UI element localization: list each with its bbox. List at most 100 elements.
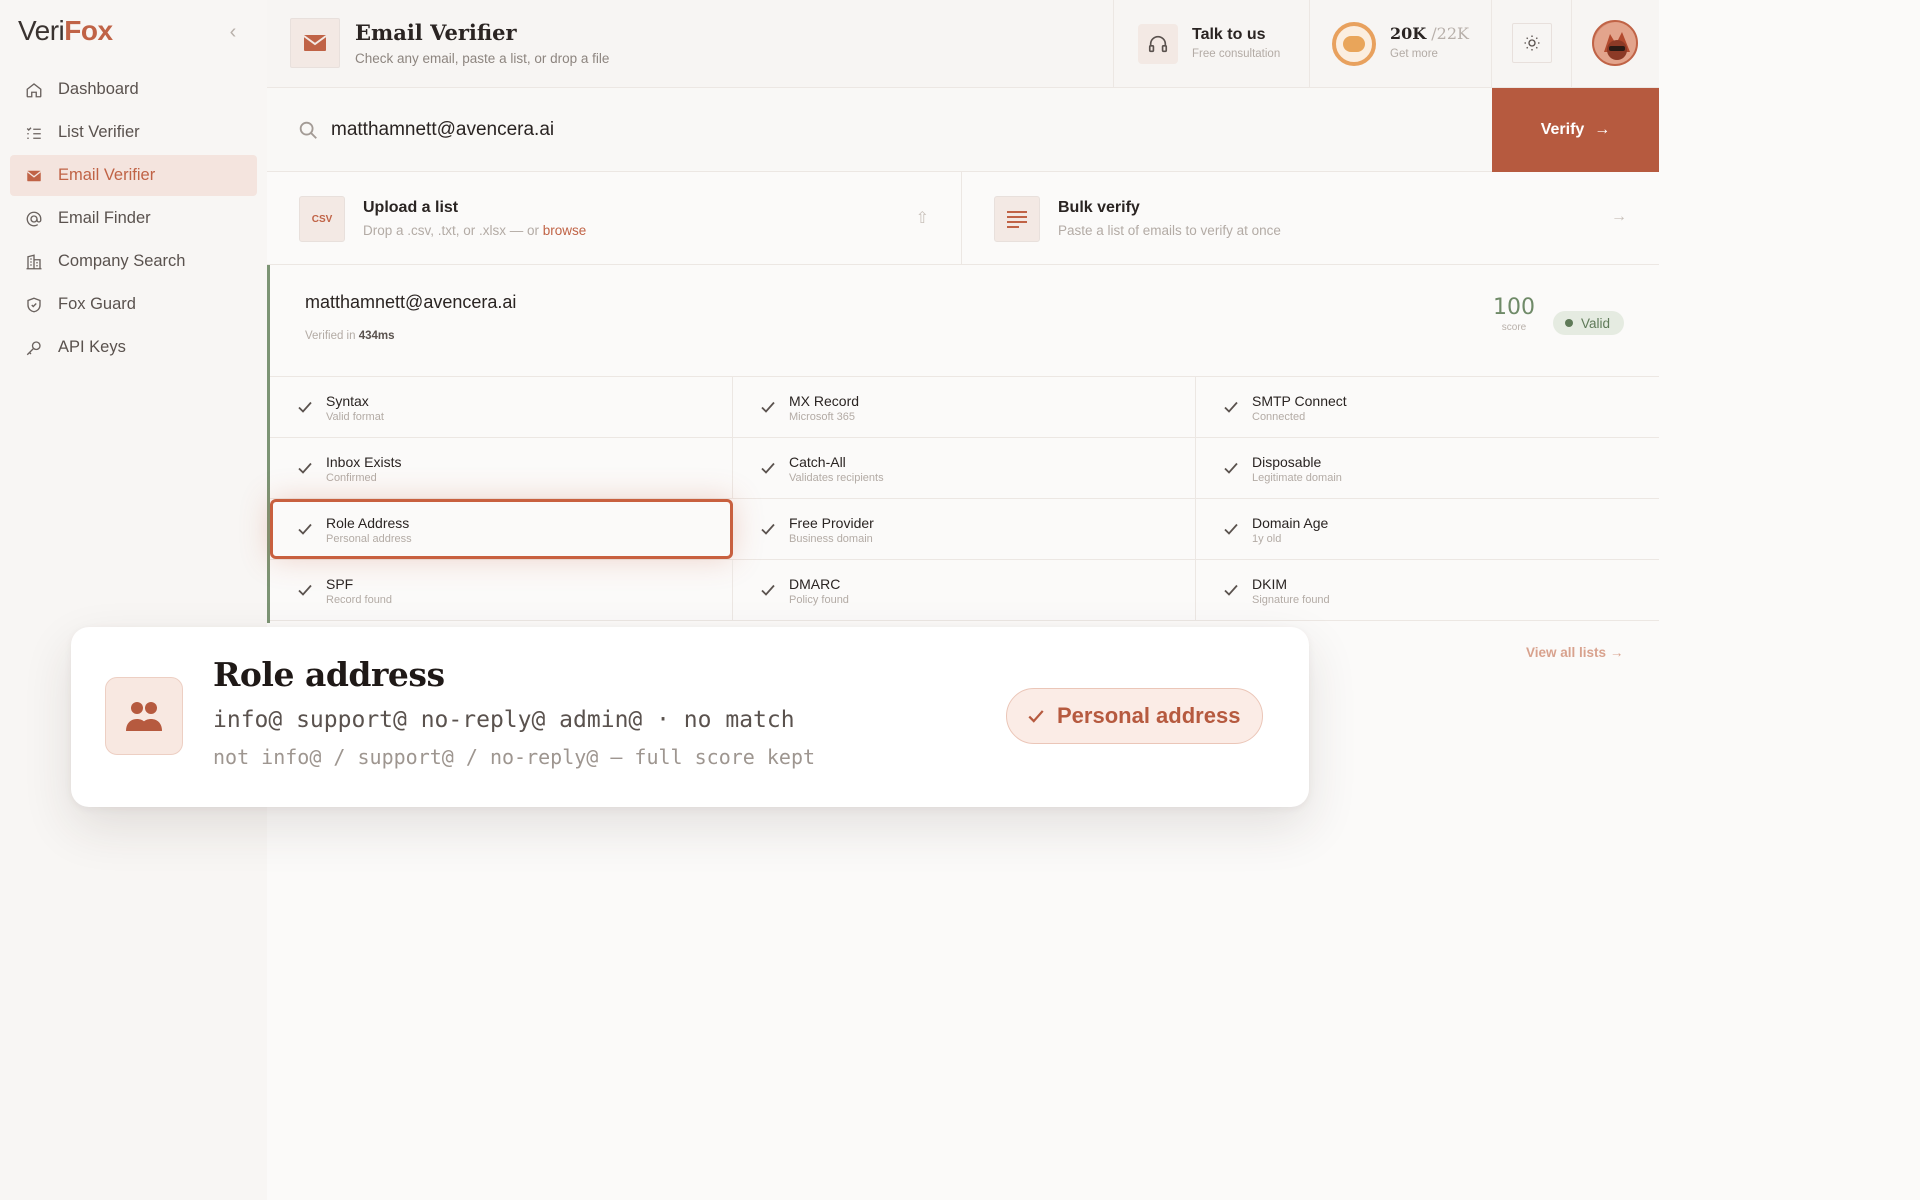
check-icon <box>761 523 775 535</box>
check-domain-age[interactable]: Domain Age 1y old <box>1196 499 1659 559</box>
view-all-lists-link[interactable]: View all lists → <box>1526 645 1623 660</box>
import-options: CSV Upload a list Drop a .csv, .txt, or … <box>267 172 1659 265</box>
credits-button[interactable]: 20K /22K Get more <box>1309 0 1491 88</box>
credits-value: 20K /22K <box>1390 24 1469 43</box>
personal-address-badge: Personal address <box>1006 688 1264 744</box>
check-subtitle: Confirmed <box>326 472 377 484</box>
credits-subtitle: Get more <box>1390 48 1438 60</box>
at-sign-icon <box>24 209 44 229</box>
check-title: Role Address <box>326 515 410 531</box>
shield-icon <box>24 295 44 315</box>
sidebar-item-list-verifier[interactable]: List Verifier <box>10 112 257 153</box>
check-syntax[interactable]: Syntax Valid format <box>270 377 733 437</box>
talk-subtitle: Free consultation <box>1192 48 1281 60</box>
score-label: score <box>1501 322 1527 333</box>
sidebar: VeriFox ‹ Dashboard List Verifier Email … <box>0 0 267 1200</box>
check-subtitle: Validates recipients <box>789 472 884 484</box>
upload-title: Upload a list <box>363 199 459 216</box>
upload-icon: ⇧ <box>915 210 929 227</box>
coin-icon <box>1332 22 1376 66</box>
verification-result: matthamnett@avencera.ai Verified in 434m… <box>267 265 1659 623</box>
check-title: Domain Age <box>1252 515 1329 531</box>
check-subtitle: Connected <box>1252 411 1306 423</box>
credits-used: 20K <box>1390 24 1427 43</box>
sidebar-item-label: Company Search <box>58 252 186 270</box>
check-icon <box>298 584 312 596</box>
check-dmarc[interactable]: DMARC Policy found <box>733 560 1196 620</box>
arrow-right-icon: → <box>1609 645 1624 660</box>
search-bar: Verify → <box>267 88 1659 172</box>
mail-icon <box>290 18 340 68</box>
sidebar-item-email-verifier[interactable]: Email Verifier <box>10 155 257 196</box>
status-badge: Valid <box>1553 311 1625 335</box>
verify-button[interactable]: Verify → <box>1492 88 1659 172</box>
bulk-verify-card[interactable]: Bulk verify Paste a list of emails to ve… <box>962 172 1659 265</box>
sidebar-item-email-finder[interactable]: Email Finder <box>10 198 257 239</box>
check-subtitle: Personal address <box>326 533 412 545</box>
upload-list-card[interactable]: CSV Upload a list Drop a .csv, .txt, or … <box>267 172 962 265</box>
sidebar-item-api-keys[interactable]: API Keys <box>10 327 257 368</box>
score-value: 100 <box>1493 295 1535 320</box>
check-mx-record[interactable]: MX Record Microsoft 365 <box>733 377 1196 437</box>
chevron-left-icon[interactable]: ‹ <box>224 20 242 44</box>
headset-icon <box>1138 24 1178 64</box>
email-input[interactable] <box>331 114 1431 146</box>
time-value: 434ms <box>358 330 395 342</box>
check-icon <box>1224 523 1238 535</box>
browse-link[interactable]: browse <box>543 223 587 238</box>
checks-row: Syntax Valid format MX Record Microsoft 36… <box>270 377 1659 438</box>
check-title: Syntax <box>326 393 369 409</box>
check-title: DMARC <box>789 576 841 592</box>
sidebar-nav: Dashboard List Verifier Email Verifier E… <box>10 69 257 370</box>
sidebar-item-label: API Keys <box>58 338 126 356</box>
arrow-right-icon: → <box>1594 121 1611 138</box>
logo[interactable]: VeriFox <box>18 15 113 47</box>
csv-file-icon: CSV <box>299 196 345 242</box>
check-dkim[interactable]: DKIM Signature found <box>1196 560 1659 620</box>
checks-row: SPF Record found DMARC Policy found DKIM Si… <box>270 560 1659 621</box>
check-smtp-connect[interactable]: SMTP Connect Connected <box>1196 377 1659 437</box>
sidebar-item-label: Email Verifier <box>58 166 156 184</box>
check-free-provider[interactable]: Free Provider Business domain <box>733 499 1196 559</box>
avatar[interactable] <box>1592 20 1638 66</box>
credits-total: /22K <box>1431 24 1469 43</box>
popup-title: Role address <box>213 655 445 694</box>
check-disposable[interactable]: Disposable Legitimate domain <box>1196 438 1659 498</box>
checks-grid: Syntax Valid format MX Record Microsoft 36… <box>270 376 1659 621</box>
theme-toggle-button[interactable] <box>1512 23 1552 63</box>
sidebar-item-label: Dashboard <box>58 80 139 98</box>
check-role-address[interactable]: Role Address Personal address <box>270 499 733 559</box>
check-icon <box>761 462 775 474</box>
page-title: Email Verifier <box>355 20 517 45</box>
view-all-label: View all lists <box>1526 645 1607 660</box>
page-subtitle: Check any email, paste a list, or drop a… <box>355 51 610 66</box>
check-subtitle: Legitimate domain <box>1252 472 1342 484</box>
sun-icon <box>1524 35 1540 51</box>
settings-cell <box>1491 0 1571 88</box>
checks-row: Inbox Exists Confirmed Catch-All Validates… <box>270 438 1659 499</box>
check-subtitle: Microsoft 365 <box>789 411 856 423</box>
check-icon <box>1224 462 1238 474</box>
sidebar-item-label: Fox Guard <box>58 295 136 313</box>
score: 100 score <box>1492 295 1536 333</box>
home-icon <box>24 80 44 100</box>
sidebar-item-fox-guard[interactable]: Fox Guard <box>10 284 257 325</box>
sidebar-item-label: List Verifier <box>58 123 140 141</box>
sidebar-item-dashboard[interactable]: Dashboard <box>10 69 257 110</box>
key-icon <box>24 338 44 358</box>
check-title: DKIM <box>1252 576 1287 592</box>
talk-to-us-button[interactable]: Talk to us Free consultation <box>1113 0 1309 88</box>
check-icon <box>1224 401 1238 413</box>
check-subtitle: Valid format <box>326 411 384 423</box>
check-icon <box>298 523 312 535</box>
check-catch-all[interactable]: Catch-All Validates recipients <box>733 438 1196 498</box>
upload-subtitle: Drop a .csv, .txt, or .xlsx — or browse <box>363 223 586 238</box>
status-dot-icon <box>1565 319 1573 327</box>
check-inbox-exists[interactable]: Inbox Exists Confirmed <box>270 438 733 498</box>
check-title: Disposable <box>1252 454 1322 470</box>
sidebar-item-label: Email Finder <box>58 209 151 227</box>
check-spf[interactable]: SPF Record found <box>270 560 733 620</box>
check-icon <box>761 401 775 413</box>
users-icon <box>105 677 183 755</box>
sidebar-item-company-search[interactable]: Company Search <box>10 241 257 282</box>
